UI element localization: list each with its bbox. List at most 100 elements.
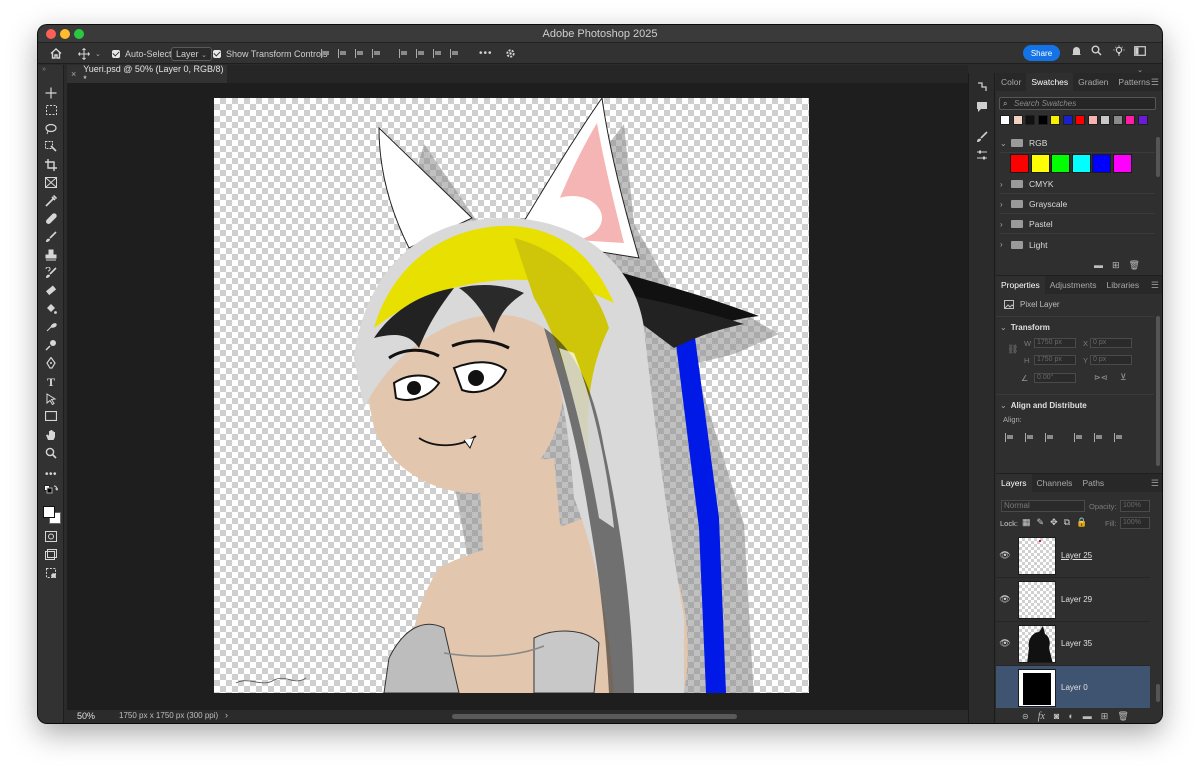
move-tool[interactable] bbox=[43, 87, 59, 102]
swatch-chip[interactable] bbox=[1050, 115, 1060, 125]
close-tab-icon[interactable]: × bbox=[71, 69, 76, 79]
panel-menu-icon[interactable]: ☰ bbox=[1151, 77, 1159, 88]
tab-libraries[interactable]: Libraries bbox=[1102, 276, 1145, 294]
align-horizontal-centers-icon[interactable] bbox=[1025, 433, 1034, 442]
history-brush-tool[interactable] bbox=[43, 266, 59, 282]
swatch-chip[interactable] bbox=[1025, 115, 1035, 125]
search-button[interactable] bbox=[1088, 45, 1104, 61]
adjustments-panel-button[interactable] bbox=[975, 149, 989, 163]
paint-bucket-tool[interactable] bbox=[43, 303, 59, 318]
layers-scrollbar[interactable] bbox=[1156, 684, 1160, 702]
add-mask-icon[interactable]: ◙ bbox=[1054, 711, 1059, 721]
swatch-chip[interactable] bbox=[1037, 115, 1048, 125]
new-group-folder-icon[interactable]: ▬ bbox=[1094, 260, 1103, 270]
canvas-horizontal-scrollbar[interactable] bbox=[452, 714, 737, 719]
swatch-chip[interactable] bbox=[1062, 115, 1073, 125]
align-right-icon[interactable] bbox=[355, 49, 364, 58]
layer-row-layer-35[interactable]: 👁 Layer 35 bbox=[996, 622, 1150, 666]
adjustment-layer-icon[interactable]: ◐ bbox=[1068, 711, 1073, 721]
tab-color[interactable]: Color bbox=[996, 73, 1026, 91]
crop-tool[interactable] bbox=[43, 159, 59, 174]
layer-row-layer-29[interactable]: 👁 Layer 29 bbox=[996, 578, 1150, 622]
fx-icon[interactable]: fx bbox=[1038, 711, 1045, 722]
x-field[interactable]: 0 px bbox=[1090, 338, 1132, 348]
rectangle-tool[interactable] bbox=[43, 410, 59, 426]
swatch-folder-rgb[interactable]: ⌄ RGB bbox=[1000, 134, 1155, 153]
type-tool[interactable]: T bbox=[43, 375, 59, 390]
link-layers-icon[interactable]: ⊝ bbox=[1022, 712, 1029, 721]
generative-fill-button[interactable] bbox=[43, 567, 59, 582]
lock-position-icon[interactable]: ✥ bbox=[1050, 517, 1058, 528]
tab-gradients[interactable]: Gradien bbox=[1073, 73, 1113, 91]
distribute-spacing-icon[interactable] bbox=[450, 49, 459, 58]
y-field[interactable]: 0 px bbox=[1090, 355, 1132, 365]
foreground-color-swatch[interactable] bbox=[43, 506, 55, 518]
transform-section-header[interactable]: ⌄ Transform bbox=[1000, 323, 1050, 332]
rgb-swatch-chip[interactable] bbox=[1030, 154, 1050, 173]
rgb-swatch-chip[interactable] bbox=[1071, 154, 1091, 173]
width-field[interactable]: 1750 px bbox=[1034, 338, 1076, 348]
distribute-center-icon[interactable] bbox=[416, 49, 425, 58]
swatches-scrollbar[interactable] bbox=[1156, 137, 1160, 177]
brushes-panel-button[interactable] bbox=[975, 131, 989, 145]
lock-image-icon[interactable]: ✎ bbox=[1037, 517, 1045, 528]
share-button[interactable]: Share bbox=[1023, 45, 1060, 61]
align-center-icon[interactable] bbox=[338, 49, 347, 58]
hand-tool[interactable] bbox=[43, 429, 59, 444]
screen-mode-button[interactable] bbox=[43, 549, 59, 564]
auto-select-dropdown[interactable]: Layer ⌄ bbox=[171, 43, 212, 64]
align-distribute-section-header[interactable]: ⌄ Align and Distribute bbox=[1000, 401, 1087, 410]
align-top-icon[interactable] bbox=[372, 49, 381, 58]
align-right-edges-icon[interactable] bbox=[1045, 433, 1054, 442]
folder-icon[interactable]: ▬ bbox=[1083, 711, 1092, 721]
tab-paths[interactable]: Paths bbox=[1077, 474, 1109, 492]
align-bottom-edges-icon[interactable] bbox=[1114, 433, 1123, 442]
align-top-edges-icon[interactable] bbox=[1074, 433, 1083, 442]
tab-channels[interactable]: Channels bbox=[1032, 474, 1078, 492]
lock-artboard-icon[interactable]: ⧉ bbox=[1064, 517, 1070, 528]
rgb-swatch-chip[interactable] bbox=[1010, 154, 1029, 173]
eye-icon[interactable]: 👁 bbox=[996, 550, 1014, 561]
history-panel-button[interactable] bbox=[975, 81, 989, 95]
align-vertical-centers-icon[interactable] bbox=[1094, 433, 1103, 442]
quick-mask-button[interactable] bbox=[43, 531, 59, 546]
swatch-chip[interactable] bbox=[1075, 115, 1085, 125]
swatch-chip[interactable] bbox=[1100, 115, 1110, 125]
more-options-button[interactable]: ••• bbox=[479, 43, 493, 64]
eye-icon[interactable]: 👁 bbox=[996, 594, 1014, 605]
distribute-bottom-icon[interactable] bbox=[433, 49, 442, 58]
flip-vertical-icon[interactable]: ⊻ bbox=[1120, 372, 1127, 383]
blend-mode-dropdown[interactable]: Normal bbox=[1001, 500, 1085, 512]
move-tool-preset[interactable]: ⌄ bbox=[78, 43, 101, 64]
eye-hidden-icon[interactable]: ▫ bbox=[996, 683, 1014, 693]
search-swatches-input[interactable]: ⌕ Search Swatches bbox=[999, 97, 1156, 110]
object-selection-tool[interactable] bbox=[43, 141, 59, 156]
foreground-background-colors[interactable] bbox=[42, 505, 64, 527]
eye-icon[interactable]: 👁 bbox=[996, 638, 1014, 649]
dodge-tool[interactable] bbox=[43, 339, 59, 354]
swatch-folder-pastel[interactable]: › Pastel bbox=[1000, 215, 1155, 234]
comments-panel-button[interactable] bbox=[975, 101, 989, 115]
fill-field[interactable]: 100% bbox=[1120, 517, 1150, 529]
swatch-chip[interactable] bbox=[1112, 115, 1123, 125]
healing-brush-tool[interactable] bbox=[43, 213, 59, 228]
frame-tool[interactable] bbox=[43, 177, 59, 192]
pen-tool[interactable] bbox=[43, 356, 59, 372]
swatch-chip[interactable] bbox=[1000, 115, 1010, 125]
document-canvas[interactable] bbox=[214, 98, 809, 693]
eyedropper-tool[interactable] bbox=[43, 194, 59, 210]
swatch-chip[interactable] bbox=[1012, 115, 1023, 125]
tab-swatches[interactable]: Swatches bbox=[1026, 73, 1074, 91]
swatch-chip[interactable] bbox=[1137, 115, 1148, 125]
trash-icon[interactable]: 🗑 bbox=[1129, 260, 1140, 271]
swatch-folder-light[interactable]: › Light bbox=[1000, 235, 1155, 254]
rgb-swatch-chip[interactable] bbox=[1112, 154, 1132, 173]
show-transform-checkbox[interactable]: Show Transform Controls bbox=[213, 43, 328, 64]
notifications-button[interactable] bbox=[1068, 45, 1084, 61]
discover-button[interactable] bbox=[1111, 45, 1127, 61]
edit-toolbar-button[interactable]: ••• bbox=[43, 467, 59, 482]
tab-patterns[interactable]: Patterns bbox=[1113, 73, 1155, 91]
settings-button[interactable] bbox=[505, 43, 516, 64]
layer-row-layer-0[interactable]: ▫ Layer 0 bbox=[996, 666, 1150, 708]
tab-properties[interactable]: Properties bbox=[996, 276, 1045, 294]
